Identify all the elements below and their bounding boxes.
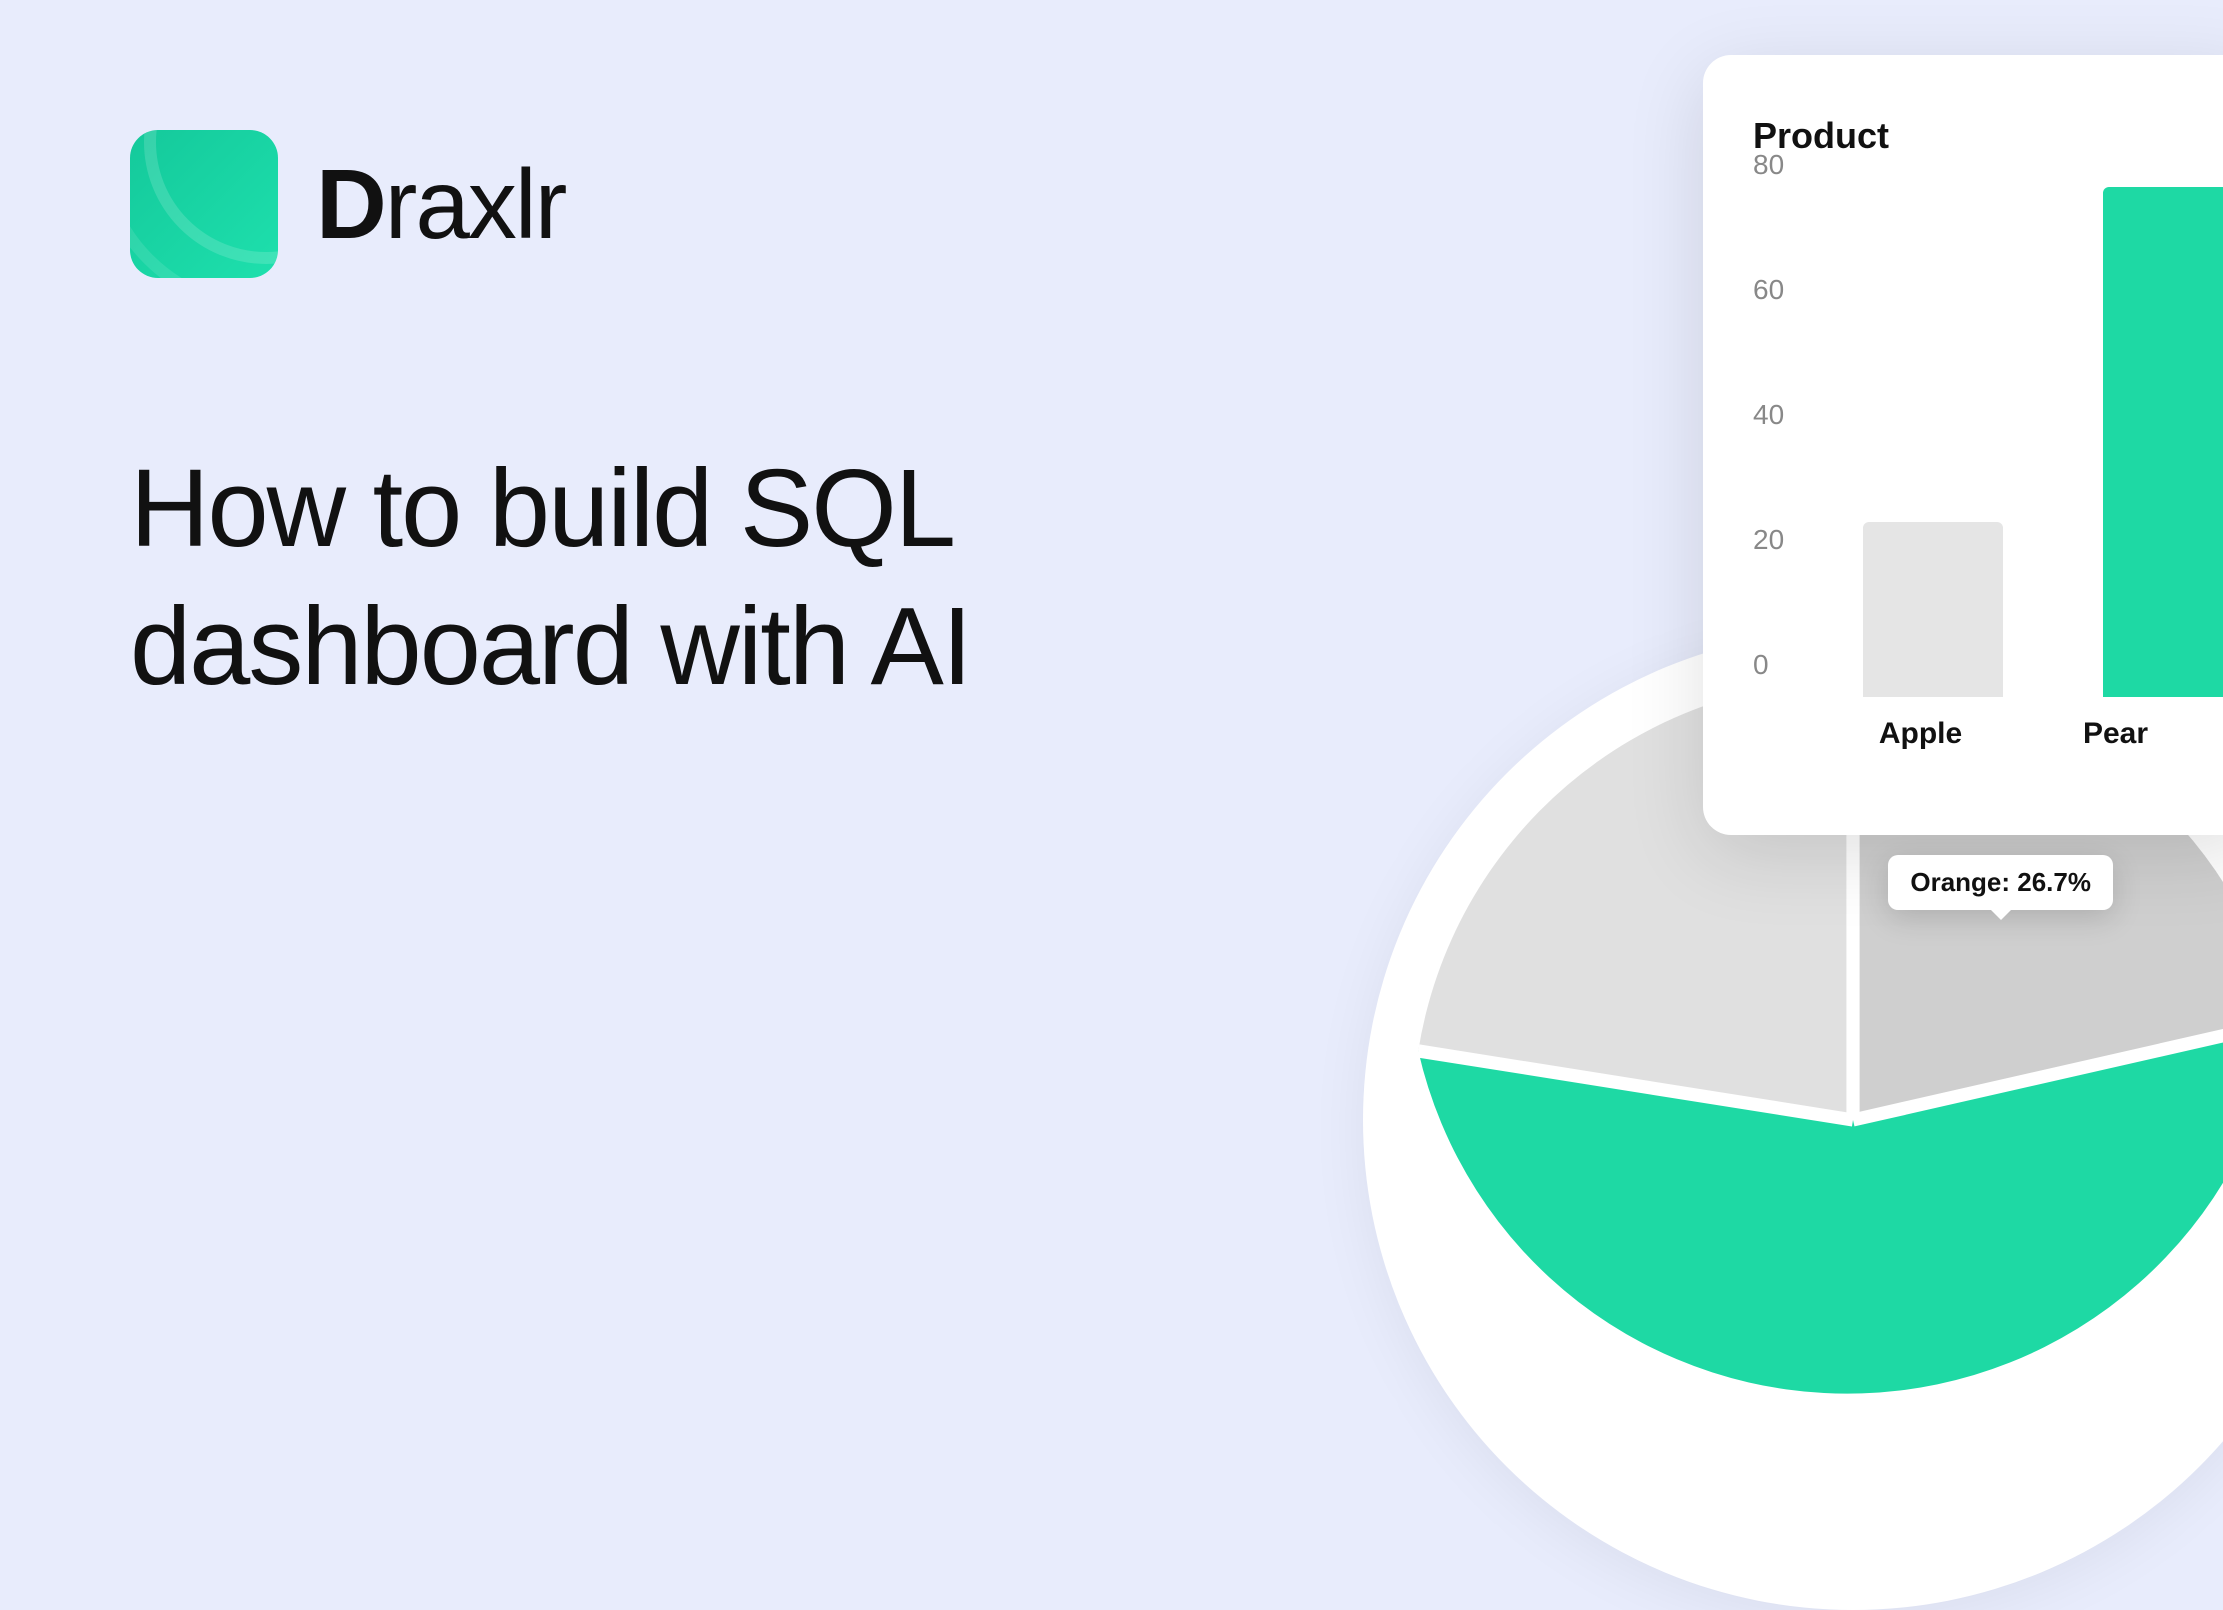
y-tick: 60 [1753, 274, 1784, 306]
bar-chart-plot: 80 60 40 20 0 [1823, 197, 2213, 697]
logo-icon [130, 130, 278, 278]
x-label-apple: Apple [1823, 717, 2018, 751]
bar-pear [2103, 187, 2223, 697]
page-headline: How to build SQL dashboard with AI [130, 440, 1430, 715]
pie-tooltip: Orange: 26.7% [1888, 855, 2113, 910]
y-tick: 40 [1753, 399, 1784, 431]
y-tick: 20 [1753, 524, 1784, 556]
bar-apple [1863, 522, 2003, 697]
brand-name: Draxlr [316, 148, 565, 261]
bar-chart-title: Product [1753, 115, 2213, 157]
brand-name-rest: raxlr [385, 149, 566, 259]
x-label-pear: Pear [2018, 717, 2213, 751]
y-tick: 0 [1753, 649, 1769, 681]
bar-chart-card: Product 80 60 40 20 0 Apple Pear [1703, 55, 2223, 835]
brand-name-prefix: D [316, 149, 385, 259]
brand-logo: Draxlr [130, 130, 565, 278]
y-tick: 80 [1753, 149, 1784, 181]
